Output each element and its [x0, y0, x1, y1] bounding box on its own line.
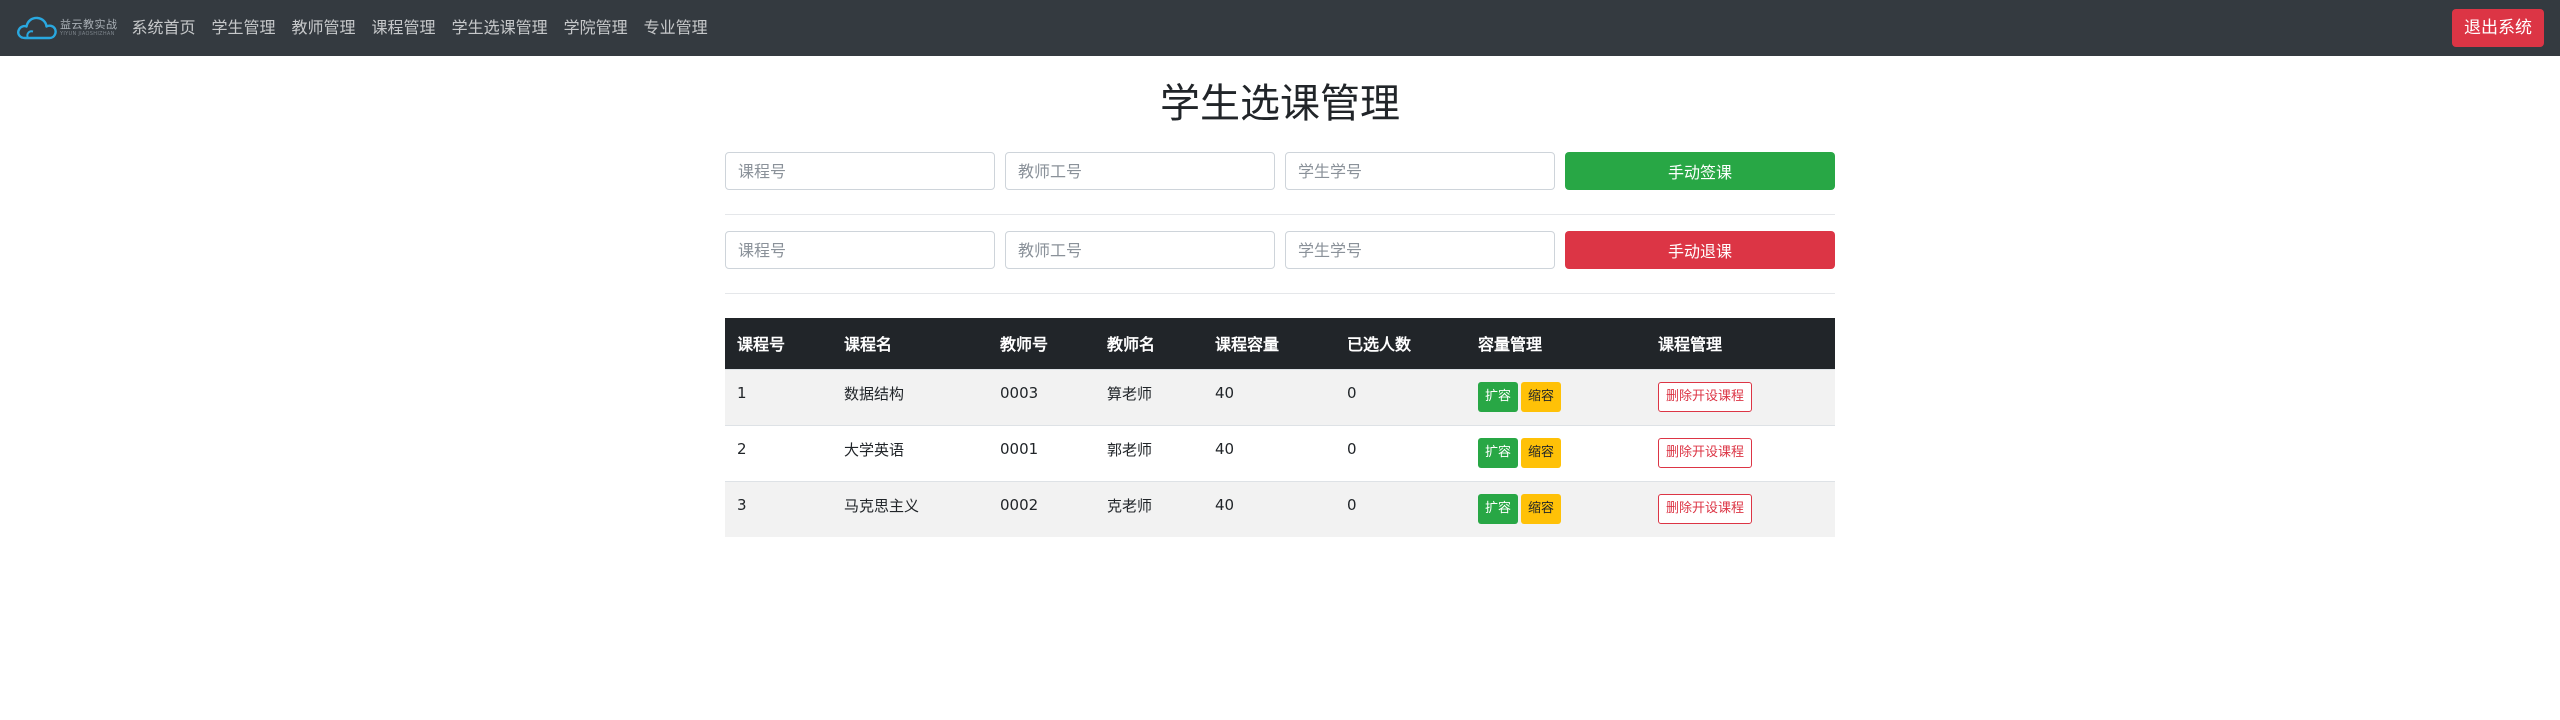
nav-link-majors[interactable]: 专业管理 — [636, 0, 716, 56]
table-header-row: 课程号 课程名 教师号 教师名 课程容量 已选人数 容量管理 课程管理 — [725, 318, 1835, 369]
cell-course-name: 大学英语 — [832, 424, 988, 481]
cell-enrolled: 0 — [1335, 424, 1466, 481]
nav-links: 系统首页 学生管理 教师管理 课程管理 学生选课管理 学院管理 专业管理 — [124, 0, 716, 56]
enrolled-value: 0 — [1347, 384, 1357, 402]
enrolled-value: 0 — [1347, 440, 1357, 458]
delete-course-button[interactable]: 删除开设课程 — [1658, 438, 1753, 468]
shrink-capacity-button[interactable]: 缩容 — [1521, 494, 1562, 525]
nav-link-home[interactable]: 系统首页 — [124, 0, 204, 56]
teacher-id-value: 0003 — [1000, 384, 1039, 402]
teacher-name-value: 郭老师 — [1107, 440, 1153, 459]
course-table-container: 课程号 课程名 教师号 教师名 课程容量 已选人数 容量管理 课程管理 1 数据… — [725, 318, 1835, 537]
top-navbar: 益云教实战 YIYUN JIAOSHIZHAN 系统首页 学生管理 教师管理 课… — [0, 0, 2560, 56]
cell-course-actions: 删除开设课程 — [1646, 424, 1835, 481]
page-title: 学生选课管理 — [1160, 81, 1400, 127]
drop-teacher-id-input[interactable] — [1005, 231, 1275, 269]
shrink-capacity-button[interactable]: 缩容 — [1521, 438, 1562, 468]
header-course-id: 课程号 — [725, 318, 832, 369]
manual-drop-button[interactable]: 手动退课 — [1565, 231, 1835, 269]
nav-link-course-selection[interactable]: 学生选课管理 — [444, 0, 556, 56]
divider — [725, 214, 1835, 215]
cell-enrolled: 0 — [1335, 368, 1466, 425]
capacity-value: 40 — [1215, 384, 1235, 402]
table-row: 3 马克思主义 0002 克老师 40 0 扩容 缩容 删除开设课程 — [725, 480, 1835, 537]
header-teacher-name: 教师名 — [1095, 318, 1203, 369]
cell-course-id: 3 — [725, 480, 832, 537]
brand-logo[interactable]: 益云教实战 YIYUN JIAOSHIZHAN — [16, 8, 118, 48]
drop-form: 手动退课 — [725, 231, 1835, 269]
cell-teacher-name: 克老师 — [1095, 480, 1203, 537]
nav-link-courses[interactable]: 课程管理 — [364, 0, 444, 56]
cell-capacity-actions: 扩容 缩容 — [1466, 480, 1646, 537]
enroll-form: 手动签课 — [725, 152, 1835, 190]
course-table: 课程号 课程名 教师号 教师名 课程容量 已选人数 容量管理 课程管理 1 数据… — [725, 318, 1835, 537]
table-row: 2 大学英语 0001 郭老师 40 0 扩容 缩容 删除开设课程 — [725, 424, 1835, 481]
header-capacity: 课程容量 — [1203, 318, 1335, 369]
delete-course-button[interactable]: 删除开设课程 — [1658, 382, 1753, 412]
table-row: 1 数据结构 0003 算老师 40 0 扩容 缩容 删除开设课程 — [725, 368, 1835, 425]
capacity-value: 40 — [1215, 440, 1235, 458]
cell-capacity-actions: 扩容 缩容 — [1466, 368, 1646, 425]
course-name-value: 数据结构 — [844, 384, 905, 403]
delete-course-button[interactable]: 删除开设课程 — [1658, 494, 1753, 525]
teacher-id-value: 0001 — [1000, 440, 1039, 458]
course-name-value: 大学英语 — [844, 440, 905, 459]
cell-capacity: 40 — [1203, 424, 1335, 481]
manual-enroll-button[interactable]: 手动签课 — [1565, 152, 1835, 190]
cell-capacity-actions: 扩容 缩容 — [1466, 424, 1646, 481]
cell-teacher-name: 算老师 — [1095, 368, 1203, 425]
teacher-id-value: 0002 — [1000, 496, 1039, 515]
cell-teacher-id: 0002 — [988, 480, 1095, 537]
cell-course-name: 马克思主义 — [832, 480, 988, 537]
cell-course-actions: 删除开设课程 — [1646, 480, 1835, 537]
teacher-name-value: 算老师 — [1107, 384, 1153, 403]
nav-link-teachers[interactable]: 教师管理 — [284, 0, 364, 56]
cell-capacity: 40 — [1203, 480, 1335, 537]
header-enrolled: 已选人数 — [1335, 318, 1466, 369]
enroll-course-id-input[interactable] — [725, 152, 995, 190]
enrolled-value: 0 — [1347, 496, 1357, 515]
brand-name: 益云教实战 — [60, 18, 118, 31]
expand-capacity-button[interactable]: 扩容 — [1478, 382, 1519, 412]
enroll-student-id-input[interactable] — [1285, 152, 1555, 190]
shrink-capacity-button[interactable]: 缩容 — [1521, 382, 1562, 412]
course-id-value: 2 — [737, 440, 747, 458]
course-id-value: 3 — [737, 496, 747, 515]
nav-link-colleges[interactable]: 学院管理 — [556, 0, 636, 56]
cell-course-actions: 删除开设课程 — [1646, 368, 1835, 425]
capacity-value: 40 — [1215, 496, 1235, 515]
header-course-management: 课程管理 — [1646, 318, 1835, 369]
header-capacity-management: 容量管理 — [1466, 318, 1646, 369]
course-id-value: 1 — [737, 384, 747, 402]
brand-subtitle: YIYUN JIAOSHIZHAN — [60, 31, 115, 37]
divider — [725, 293, 1835, 294]
cell-teacher-id: 0001 — [988, 424, 1095, 481]
cell-course-id: 2 — [725, 424, 832, 481]
cell-capacity: 40 — [1203, 368, 1335, 425]
cell-course-name: 数据结构 — [832, 368, 988, 425]
expand-capacity-button[interactable]: 扩容 — [1478, 494, 1519, 525]
header-teacher-id: 教师号 — [988, 318, 1095, 369]
header-course-name: 课程名 — [832, 318, 988, 369]
expand-capacity-button[interactable]: 扩容 — [1478, 438, 1519, 468]
drop-student-id-input[interactable] — [1285, 231, 1555, 269]
cell-course-id: 1 — [725, 368, 832, 425]
nav-link-students[interactable]: 学生管理 — [204, 0, 284, 56]
cloud-logo-icon — [17, 16, 57, 40]
teacher-name-value: 克老师 — [1107, 496, 1153, 515]
drop-course-id-input[interactable] — [725, 231, 995, 269]
cell-enrolled: 0 — [1335, 480, 1466, 537]
enroll-teacher-id-input[interactable] — [1005, 152, 1275, 190]
course-name-value: 马克思主义 — [844, 496, 920, 515]
logout-button[interactable]: 退出系统 — [2452, 9, 2544, 47]
cell-teacher-name: 郭老师 — [1095, 424, 1203, 481]
cell-teacher-id: 0003 — [988, 368, 1095, 425]
